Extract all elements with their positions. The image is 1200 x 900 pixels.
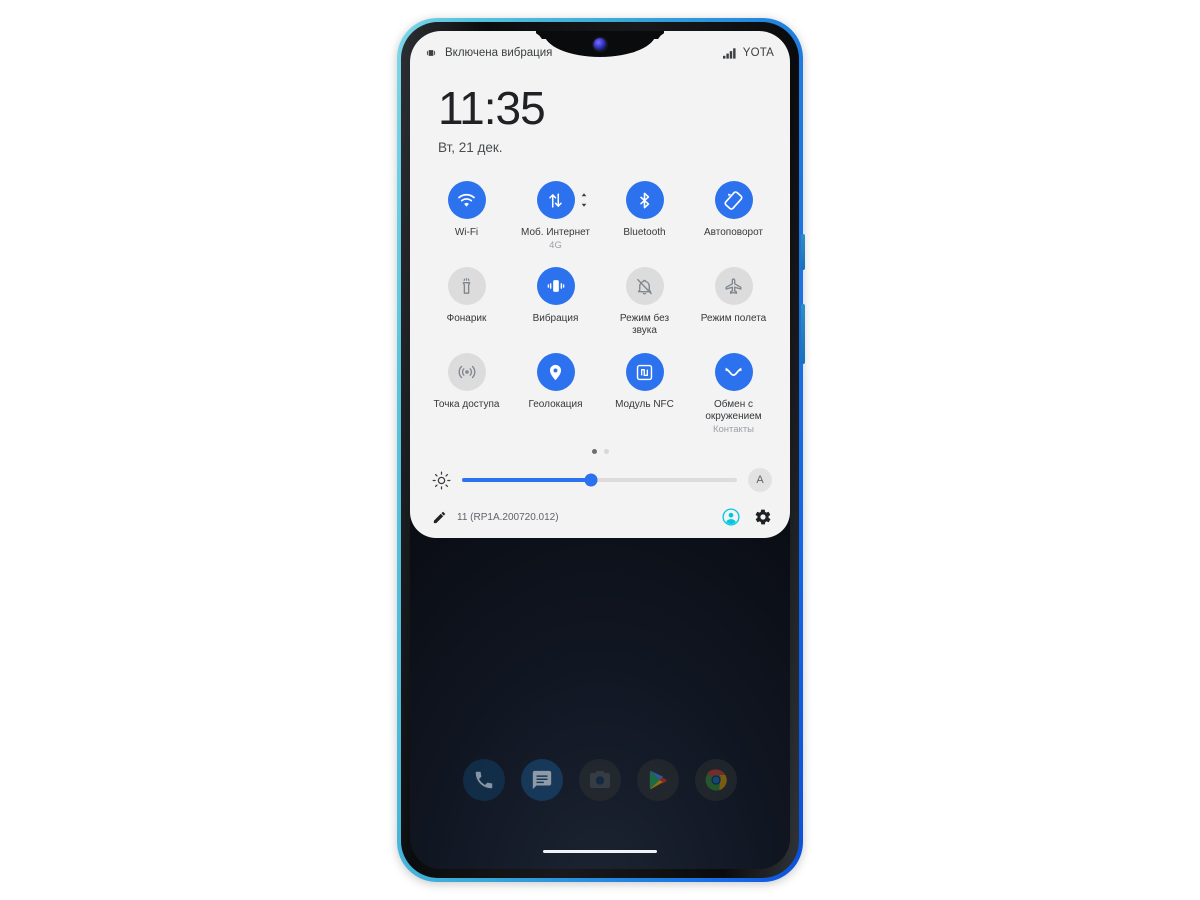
play-store-icon — [649, 770, 667, 790]
vibrate-icon — [536, 267, 575, 305]
carrier-label: YOTA — [742, 47, 774, 59]
airplane-icon — [714, 267, 753, 305]
signal-bars-icon — [722, 47, 738, 59]
clock-block: 11:35 Вт, 21 дек. — [410, 75, 790, 155]
mobile-data-expand-icon[interactable] — [580, 192, 588, 208]
quick-settings-tile-grid: Wi-Fi Моб. Интернет 4G Bluetooth Автоповорот… — [410, 173, 790, 441]
phone-device: Включена вибрация YOTA 11:35 Вт, 21 дек.… — [397, 18, 805, 882]
silent-bell-icon — [625, 267, 664, 305]
quick-tile-label: Модуль NFC — [615, 399, 674, 410]
brightness-slider-fill — [462, 478, 592, 482]
chrome-icon — [705, 769, 727, 791]
quick-tile-label: Вибрация — [532, 313, 579, 324]
clock-time: 11:35 — [438, 82, 546, 134]
quick-tile-4[interactable]: Фонарик — [422, 259, 511, 343]
quick-settings-footer: 11 (RP1A.200720.012) — [410, 498, 790, 530]
front-camera-lens — [593, 38, 607, 51]
quick-tile-6[interactable]: Режим без звука — [600, 259, 689, 343]
quick-tile-11[interactable]: Обмен с окружением Контакты — [689, 345, 778, 441]
quick-tile-label: Моб. Интернет — [521, 227, 590, 238]
quick-tile-2[interactable]: Bluetooth — [600, 173, 689, 257]
bluetooth-icon — [625, 181, 664, 219]
auto-brightness-button[interactable]: A — [748, 468, 772, 492]
brightness-icon — [432, 471, 451, 490]
gear-icon[interactable] — [754, 508, 772, 526]
quick-tile-0[interactable]: Wi-Fi — [422, 173, 511, 257]
quick-tile-3[interactable]: Автоповорот — [689, 173, 778, 257]
location-pin-icon — [536, 353, 575, 391]
power-button[interactable] — [801, 234, 805, 270]
camera-icon — [590, 771, 610, 788]
build-version-label: 11 (RP1A.200720.012) — [457, 511, 559, 523]
dock-app-camera[interactable] — [579, 759, 621, 801]
clock-date: Вт, 21 дек. — [438, 140, 503, 155]
quick-settings-shade: Включена вибрация YOTA 11:35 Вт, 21 дек.… — [410, 31, 790, 538]
brightness-row: A — [410, 454, 790, 498]
vibration-icon — [424, 46, 438, 60]
auto-rotate-icon — [714, 181, 753, 219]
phone-bezel: Включена вибрация YOTA 11:35 Вт, 21 дек.… — [401, 22, 799, 878]
quick-tile-sublabel: 4G — [549, 240, 562, 251]
dock-app-messages[interactable] — [521, 759, 563, 801]
messages-icon — [532, 770, 552, 790]
page-dot-0[interactable] — [591, 449, 597, 454]
dock-app-chrome[interactable] — [695, 759, 737, 801]
wifi-icon — [447, 181, 486, 219]
quick-tile-9[interactable]: Геолокация — [511, 345, 600, 441]
quick-tile-label: Обмен с окружением — [705, 399, 762, 422]
quick-tile-7[interactable]: Режим полета — [689, 259, 778, 343]
pencil-icon[interactable] — [432, 510, 447, 525]
app-dock — [410, 759, 790, 801]
quick-tile-8[interactable]: Точка доступа — [422, 345, 511, 441]
phone-icon — [475, 771, 493, 789]
brightness-slider[interactable] — [462, 473, 737, 487]
quick-tile-10[interactable]: Модуль NFC — [600, 345, 689, 441]
flashlight-icon — [447, 267, 486, 305]
brightness-slider-thumb[interactable] — [584, 473, 598, 487]
quick-tile-label: Режим без звука — [619, 313, 670, 336]
quick-tile-label: Фонарик — [446, 313, 487, 324]
quick-tile-label: Wi-Fi — [454, 227, 479, 238]
quick-tile-label: Точка доступа — [433, 399, 500, 410]
vibration-status-text: Включена вибрация — [445, 47, 553, 59]
nearby-share-icon — [714, 353, 753, 391]
hotspot-icon — [447, 353, 486, 391]
dock-app-play-store[interactable] — [637, 759, 679, 801]
quick-tile-1[interactable]: Моб. Интернет 4G — [511, 173, 600, 257]
volume-button[interactable] — [801, 304, 805, 364]
page-dot-1[interactable] — [603, 449, 609, 454]
quick-tile-label: Геолокация — [528, 399, 583, 410]
quick-tile-label: Bluetooth — [623, 227, 666, 238]
dock-app-phone[interactable] — [463, 759, 505, 801]
account-circle-icon[interactable] — [722, 508, 740, 526]
nfc-icon — [625, 353, 664, 391]
screenshot-canvas: Включена вибрация YOTA 11:35 Вт, 21 дек.… — [0, 0, 1200, 900]
home-gesture-bar[interactable] — [543, 849, 657, 853]
mobile-data-icon — [536, 181, 586, 219]
quick-tile-label: Режим полета — [700, 313, 767, 324]
quick-tile-5[interactable]: Вибрация — [511, 259, 600, 343]
quick-tile-sublabel: Контакты — [712, 424, 755, 435]
phone-screen: Включена вибрация YOTA 11:35 Вт, 21 дек.… — [410, 31, 790, 869]
quick-tile-label: Автоповорот — [703, 227, 763, 238]
